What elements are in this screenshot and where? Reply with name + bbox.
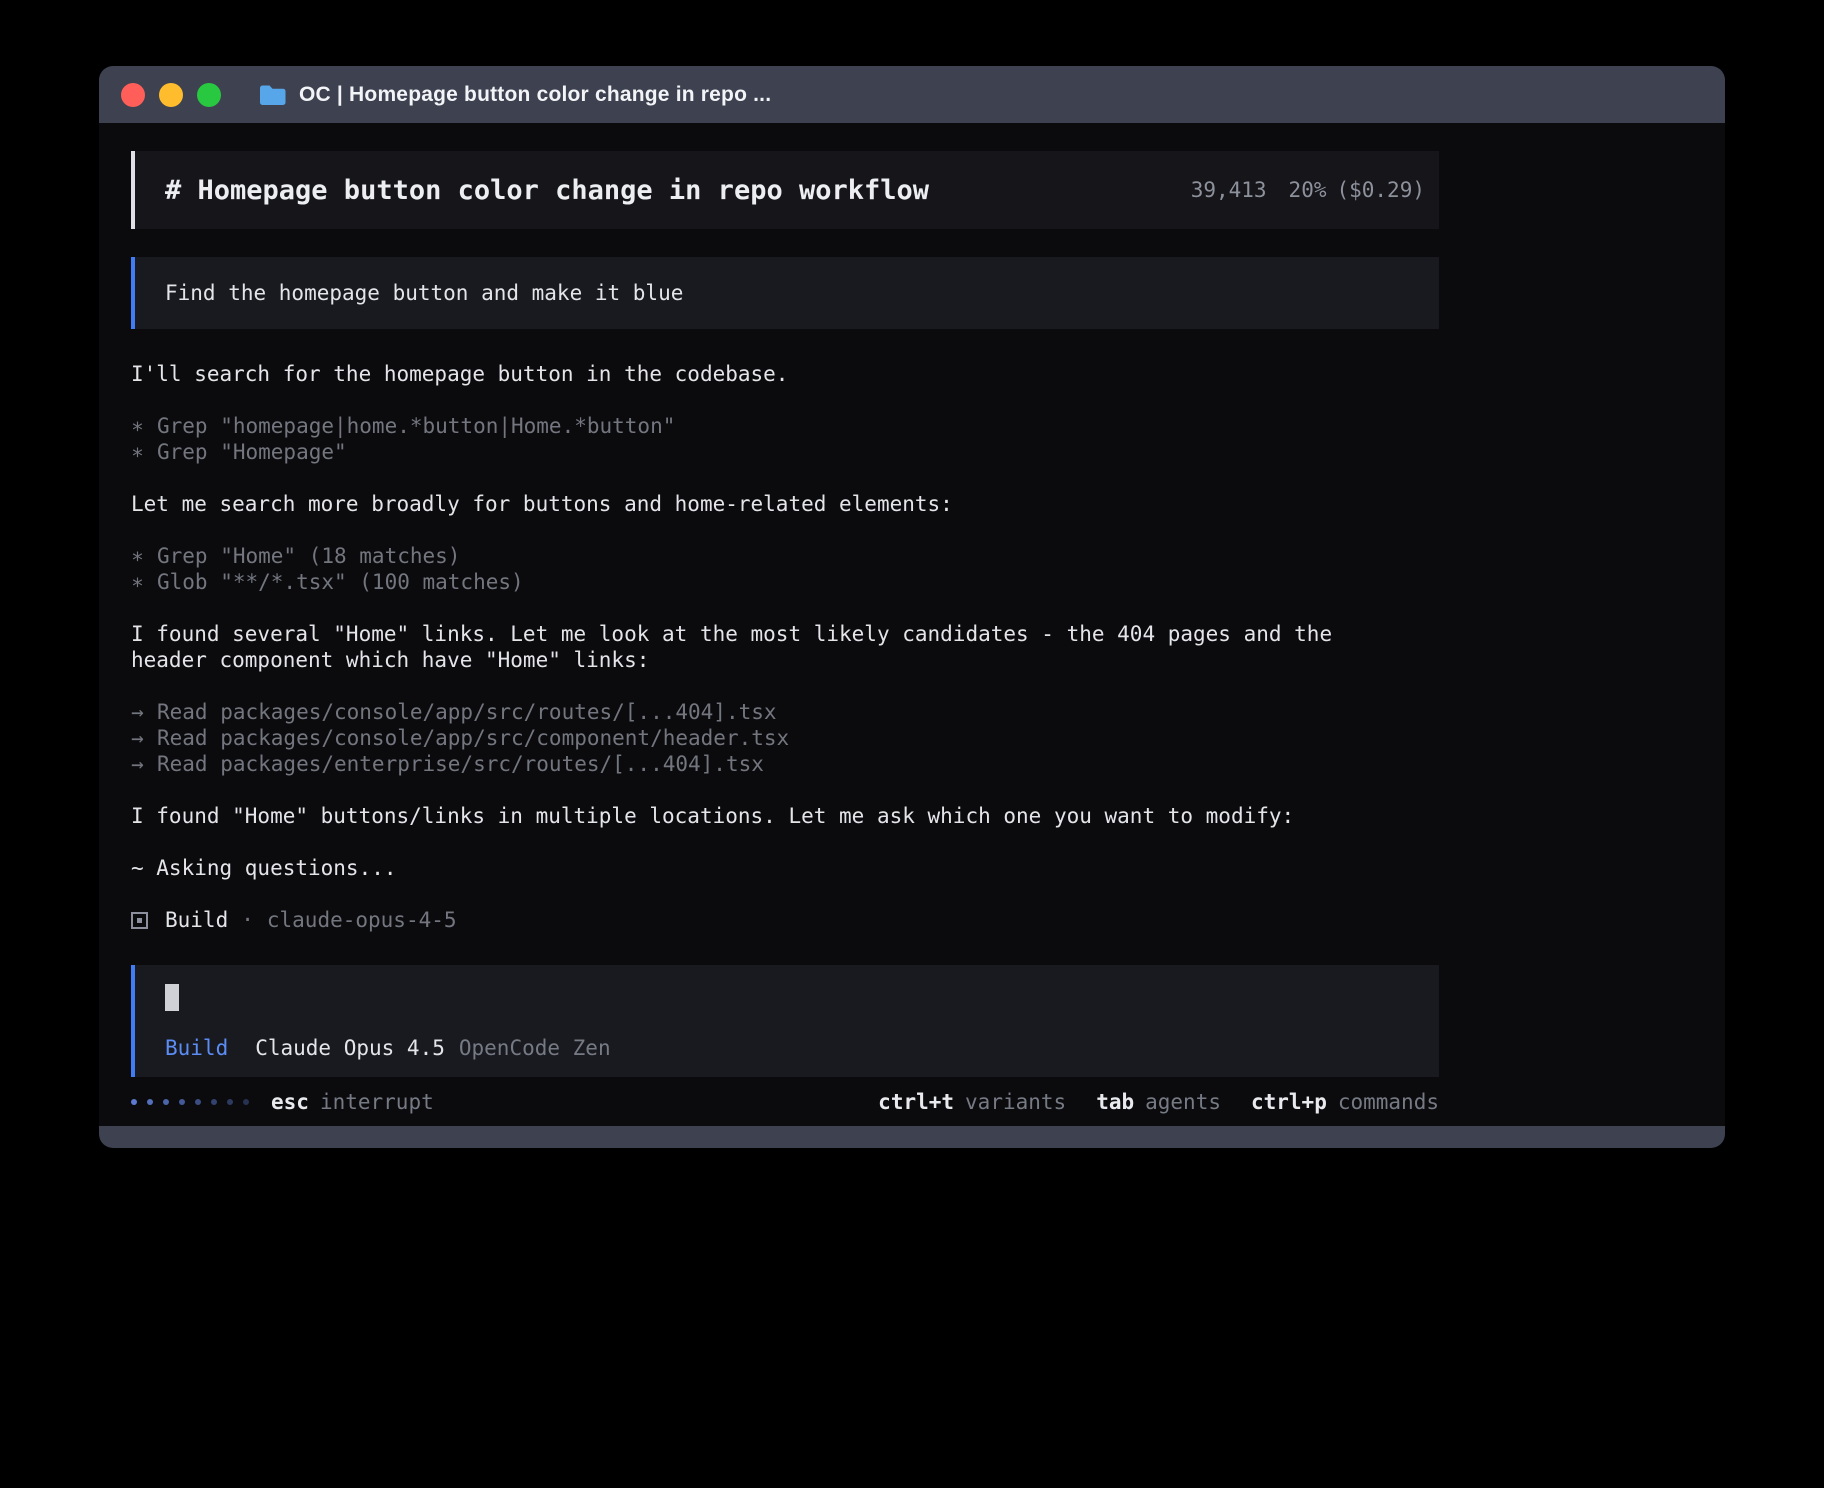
session-title: # Homepage button color change in repo w… bbox=[165, 175, 929, 206]
statusbar-right: ctrl+t variants tab agents ctrl+p comman… bbox=[878, 1090, 1439, 1114]
editor-mode: Build bbox=[165, 1036, 228, 1060]
editor-model: Claude Opus 4.5 bbox=[255, 1036, 445, 1060]
spinner-dot bbox=[195, 1099, 201, 1105]
assistant-message: Let me search more broadly for buttons a… bbox=[131, 491, 1407, 517]
hint-label: agents bbox=[1145, 1090, 1221, 1114]
hint-variants: ctrl+t variants bbox=[878, 1090, 1066, 1114]
tool-call-label: Grep "homepage|home.*button|Home.*button… bbox=[157, 413, 675, 439]
statusbar-left: esc interrupt bbox=[131, 1090, 434, 1114]
terminal-body: # Homepage button color change in repo w… bbox=[99, 123, 1725, 1126]
assistant-transcript: I'll search for the homepage button in t… bbox=[131, 361, 1439, 933]
token-count: 39,413 bbox=[1191, 178, 1267, 202]
assistant-message: I found "Home" buttons/links in multiple… bbox=[131, 803, 1407, 829]
spinner-dot bbox=[179, 1099, 185, 1105]
spinner-dot bbox=[163, 1099, 169, 1105]
session-cost: ($0.29) bbox=[1336, 178, 1425, 202]
user-message: Find the homepage button and make it blu… bbox=[131, 257, 1439, 329]
tool-call-grep: ∗ Grep "Home" (18 matches) bbox=[131, 543, 1439, 569]
tool-call-group: ∗ Grep "Home" (18 matches) ∗ Glob "**/*.… bbox=[131, 543, 1439, 595]
tool-call-read: → Read packages/console/app/src/componen… bbox=[131, 725, 1439, 751]
hint-key: ctrl+t bbox=[878, 1090, 954, 1114]
tool-call-label: Grep "Home" (18 matches) bbox=[157, 543, 460, 569]
tool-call-label: Glob "**/*.tsx" (100 matches) bbox=[157, 569, 524, 595]
spinner-dot bbox=[227, 1099, 233, 1105]
user-message-text: Find the homepage button and make it blu… bbox=[165, 281, 683, 305]
tool-call-read: → Read packages/enterprise/src/routes/[.… bbox=[131, 751, 1439, 777]
esc-key: esc bbox=[271, 1090, 309, 1114]
tool-call-glob: ∗ Glob "**/*.tsx" (100 matches) bbox=[131, 569, 1439, 595]
zoom-button[interactable] bbox=[197, 83, 221, 107]
status-asking-questions: ~ Asking questions... bbox=[131, 855, 1407, 881]
prompt-editor[interactable]: Build Claude Opus 4.5 OpenCode Zen bbox=[131, 965, 1439, 1077]
terminal-window: OC | Homepage button color change in rep… bbox=[99, 66, 1725, 1148]
hint-commands: ctrl+p commands bbox=[1251, 1090, 1439, 1114]
tool-icon: ∗ bbox=[131, 413, 144, 439]
agent-icon bbox=[131, 912, 148, 929]
context-percent: 20% bbox=[1289, 178, 1327, 202]
hint-key: ctrl+p bbox=[1251, 1090, 1327, 1114]
window-title: OC | Homepage button color change in rep… bbox=[299, 83, 771, 107]
editor-footer: Build Claude Opus 4.5 OpenCode Zen bbox=[165, 1036, 1409, 1060]
tool-call-label: Read packages/enterprise/src/routes/[...… bbox=[157, 751, 764, 777]
tool-call-label: Read packages/console/app/src/component/… bbox=[157, 725, 789, 751]
session-header: # Homepage button color change in repo w… bbox=[131, 151, 1439, 229]
agent-model: claude-opus-4-5 bbox=[267, 907, 457, 933]
tool-call-group: ∗ Grep "homepage|home.*button|Home.*butt… bbox=[131, 413, 1439, 465]
text-cursor bbox=[165, 984, 179, 1011]
tool-icon: ∗ bbox=[131, 543, 144, 569]
spinner-dot bbox=[243, 1099, 249, 1105]
folder-icon bbox=[259, 84, 286, 106]
tool-icon: ∗ bbox=[131, 439, 144, 465]
spinner-dot bbox=[211, 1099, 217, 1105]
agent-separator: · bbox=[241, 907, 254, 933]
hint-key: tab bbox=[1096, 1090, 1134, 1114]
tool-icon: ∗ bbox=[131, 569, 144, 595]
statusbar: esc interrupt ctrl+t variants tab agents… bbox=[131, 1090, 1439, 1114]
hint-label: commands bbox=[1338, 1090, 1439, 1114]
read-arrow-icon: → bbox=[131, 725, 144, 751]
session-stats: 39,413 20% ($0.29) bbox=[1191, 178, 1425, 202]
assistant-message: I found several "Home" links. Let me loo… bbox=[131, 621, 1407, 673]
tool-call-group: → Read packages/console/app/src/routes/[… bbox=[131, 699, 1439, 777]
tool-call-grep: ∗ Grep "homepage|home.*button|Home.*butt… bbox=[131, 413, 1439, 439]
spinner-dot bbox=[131, 1099, 137, 1105]
close-button[interactable] bbox=[121, 83, 145, 107]
hint-agents: tab agents bbox=[1096, 1090, 1221, 1114]
minimize-button[interactable] bbox=[159, 83, 183, 107]
tool-call-read: → Read packages/console/app/src/routes/[… bbox=[131, 699, 1439, 725]
assistant-message: I'll search for the homepage button in t… bbox=[131, 361, 1407, 387]
agent-row: Build · claude-opus-4-5 bbox=[131, 907, 1439, 933]
tool-call-grep: ∗ Grep "Homepage" bbox=[131, 439, 1439, 465]
esc-label: interrupt bbox=[320, 1090, 434, 1114]
tool-call-label: Read packages/console/app/src/routes/[..… bbox=[157, 699, 777, 725]
spinner-dot bbox=[147, 1099, 153, 1105]
read-arrow-icon: → bbox=[131, 699, 144, 725]
editor-provider: OpenCode Zen bbox=[459, 1036, 611, 1060]
spinner bbox=[131, 1099, 249, 1105]
agent-name: Build bbox=[165, 907, 228, 933]
tool-call-label: Grep "Homepage" bbox=[157, 439, 347, 465]
hint-label: variants bbox=[965, 1090, 1066, 1114]
titlebar[interactable]: OC | Homepage button color change in rep… bbox=[99, 66, 1725, 123]
read-arrow-icon: → bbox=[131, 751, 144, 777]
